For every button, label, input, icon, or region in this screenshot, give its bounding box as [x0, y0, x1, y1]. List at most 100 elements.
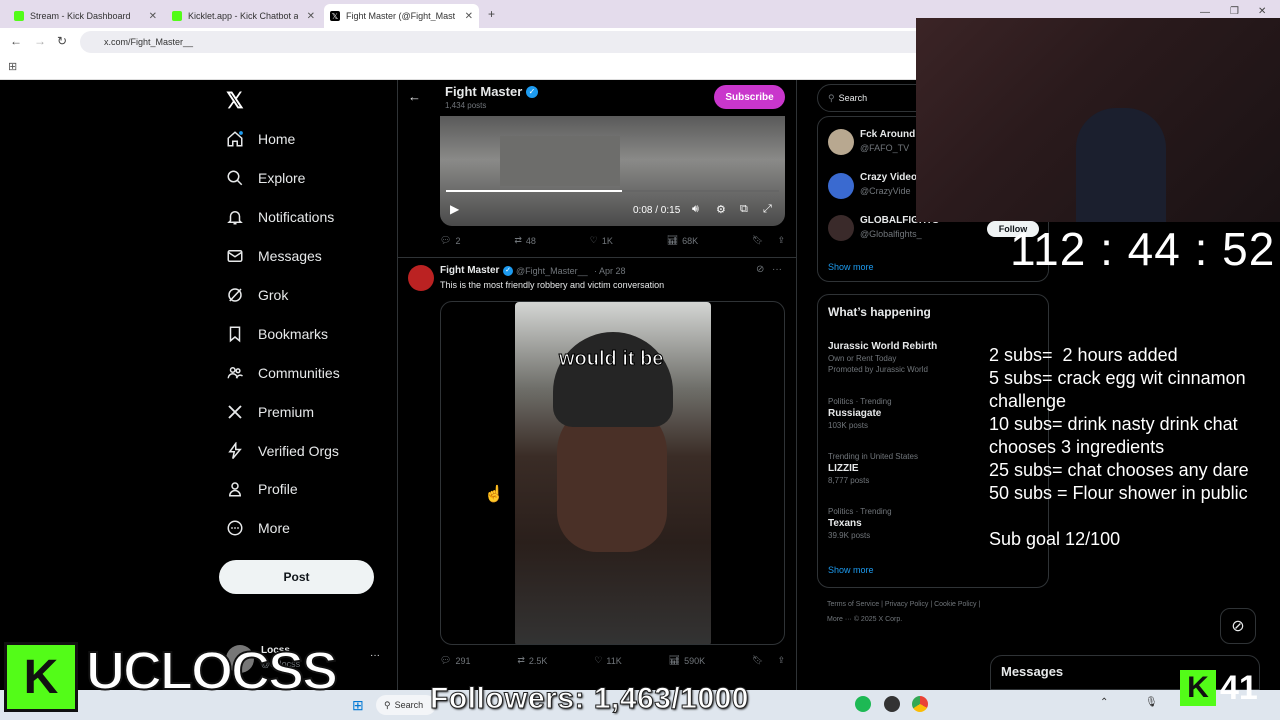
volume-icon[interactable]: 🔊︎ — [692, 203, 699, 216]
settings-icon[interactable]: ⚙ — [716, 203, 726, 216]
bookmark-icon: 🔖︎ — [752, 655, 764, 665]
repost-button[interactable]: ⇄ 48 — [514, 235, 536, 246]
minimize-button[interactable]: — — [1200, 7, 1210, 18]
nav-messages[interactable]: Messages — [226, 247, 322, 265]
chart-icon: 📊︎ — [668, 655, 681, 665]
people-icon — [227, 367, 243, 379]
kick-favicon-icon — [14, 11, 24, 21]
nav-verified-orgs[interactable]: Verified Orgs — [226, 442, 339, 460]
post-text: This is the most friendly robbery and vi… — [440, 280, 665, 290]
reply-button[interactable]: 💬︎ 2 — [440, 235, 460, 246]
nav-home[interactable]: Home — [226, 130, 295, 148]
chrome-icon[interactable] — [912, 696, 928, 712]
video-player-1[interactable]: ▶ 0:08 / 0:15 🔊︎ ⚙ ⧉ ⤢ — [440, 116, 785, 226]
video-frame-shape — [500, 136, 620, 186]
divider — [397, 80, 398, 690]
fullscreen-icon[interactable]: ⤢ — [763, 203, 772, 216]
back-button[interactable]: ← — [10, 34, 22, 48]
footer-copyright: More ··· © 2025 X Corp. — [827, 616, 903, 623]
bolt-icon — [228, 442, 242, 459]
reply-icon: 💬︎ — [440, 235, 452, 245]
tab-kick-dashboard[interactable]: Stream - Kick Dashboard ✕ — [8, 4, 163, 28]
close-icon[interactable]: ✕ — [465, 11, 473, 22]
taskbar-search[interactable]: ⚲ Search — [376, 695, 436, 715]
home-icon — [227, 131, 243, 147]
window-close-button[interactable]: ✕ — [1258, 6, 1266, 17]
apps-grid-icon[interactable]: ⊞ — [8, 60, 17, 73]
video-player-2[interactable]: would it be — [440, 301, 785, 645]
avatar[interactable] — [828, 173, 854, 199]
bookmark-button[interactable]: 🔖︎ ⇪ — [752, 235, 785, 246]
account-menu-icon[interactable]: ··· — [370, 650, 380, 661]
nav-communities[interactable]: Communities — [226, 364, 340, 382]
bookmark-button[interactable]: 🔖︎ ⇪ — [752, 655, 785, 666]
video-progress-track[interactable] — [446, 190, 779, 192]
show-more-link[interactable]: Show more — [828, 262, 874, 272]
tray-chevron-icon[interactable]: ⌃ — [1100, 697, 1108, 708]
post-author[interactable]: Fight Master — [440, 265, 499, 276]
chart-icon: 📊︎ — [666, 235, 679, 245]
pip-icon[interactable]: ⧉ — [740, 203, 748, 216]
subscribe-button[interactable]: Subscribe — [714, 85, 785, 109]
grok-explain-icon[interactable]: ⊘ — [756, 264, 764, 275]
like-button[interactable]: ♡ 1K — [590, 235, 613, 246]
nav-notifications[interactable]: Notifications — [226, 208, 334, 226]
nav-more[interactable]: More — [226, 519, 290, 537]
trend-item[interactable]: Politics · Trending Texans 39.9K posts — [828, 507, 892, 540]
x-icon — [228, 405, 242, 419]
post-menu-icon[interactable]: ··· — [772, 264, 782, 275]
share-icon: ⇪ — [777, 655, 785, 665]
profile-header: ← Fight Master ✓ 1,434 posts Subscribe — [398, 80, 796, 116]
nav-grok[interactable]: Grok — [226, 286, 288, 304]
spotify-icon[interactable] — [855, 696, 871, 712]
cap-shape — [553, 332, 673, 427]
more-icon — [227, 520, 243, 536]
post-date[interactable]: · Apr 28 — [594, 266, 626, 276]
avatar[interactable] — [828, 215, 854, 241]
footer-links[interactable]: Terms of Service | Privacy Policy | Cook… — [827, 601, 980, 608]
tab-fight-master[interactable]: 𝕏 Fight Master (@Fight_Mast ✕ — [324, 4, 479, 28]
avatar[interactable] — [828, 129, 854, 155]
webcam-overlay — [916, 18, 1280, 222]
x-logo-icon[interactable]: 𝕏 — [226, 88, 244, 114]
close-icon[interactable]: ✕ — [149, 11, 157, 22]
video-time: 0:08 / 0:15 — [633, 205, 681, 216]
sub-count-value: 41 — [1220, 668, 1258, 707]
reload-button[interactable]: ↻ — [57, 34, 67, 48]
close-icon[interactable]: ✕ — [307, 11, 315, 22]
whats-happening-title: What’s happening — [828, 305, 931, 319]
nav-bookmarks[interactable]: Bookmarks — [226, 325, 328, 343]
post-button[interactable]: Post — [219, 560, 374, 594]
streamer-figure — [1076, 108, 1166, 222]
avatar[interactable] — [408, 265, 434, 291]
trend-item[interactable]: Trending in United States LIZZIE 8,777 p… — [828, 452, 918, 485]
trend-item[interactable]: Jurassic World Rebirth Own or Rent Today… — [828, 339, 937, 374]
follow-name[interactable]: Crazy Video — [860, 172, 917, 183]
windows-start-icon[interactable]: ⊞ — [352, 697, 364, 714]
mic-icon[interactable]: 🎙︎ — [1145, 697, 1158, 708]
follow-name[interactable]: Fck Around — [860, 129, 915, 140]
obs-icon[interactable] — [884, 696, 900, 712]
new-tab-button[interactable]: + — [488, 7, 495, 21]
grok-icon — [228, 288, 242, 302]
show-more-link[interactable]: Show more — [828, 565, 874, 575]
repost-button[interactable]: ⇄ 2.5K — [517, 655, 547, 666]
views-button[interactable]: 📊︎ 68K — [667, 235, 698, 246]
grok-floating-icon[interactable]: ⊘ — [1220, 608, 1256, 644]
views-button[interactable]: 📊︎ 590K — [669, 655, 705, 666]
nav-premium[interactable]: Premium — [226, 403, 314, 421]
profile-title: Fight Master — [445, 84, 523, 99]
tab-kicklet[interactable]: Kicklet.app - Kick Chatbot and ✕ — [166, 4, 321, 28]
nav-profile[interactable]: Profile — [226, 480, 298, 498]
post-handle[interactable]: @Fight_Master__ — [516, 266, 588, 276]
nav-explore[interactable]: Explore — [226, 169, 305, 187]
back-arrow-icon[interactable]: ← — [408, 89, 421, 104]
maximize-button[interactable]: ❐ — [1230, 6, 1239, 17]
forward-button[interactable]: → — [34, 34, 46, 48]
like-button[interactable]: ♡ 11K — [594, 655, 621, 666]
bell-icon — [227, 211, 243, 225]
reply-button[interactable]: 💬︎ 291 — [440, 655, 470, 666]
repost-icon: ⇄ — [514, 235, 522, 245]
trend-item[interactable]: Politics · Trending Russiagate 103K post… — [828, 397, 892, 430]
play-icon[interactable]: ▶ — [450, 202, 459, 216]
